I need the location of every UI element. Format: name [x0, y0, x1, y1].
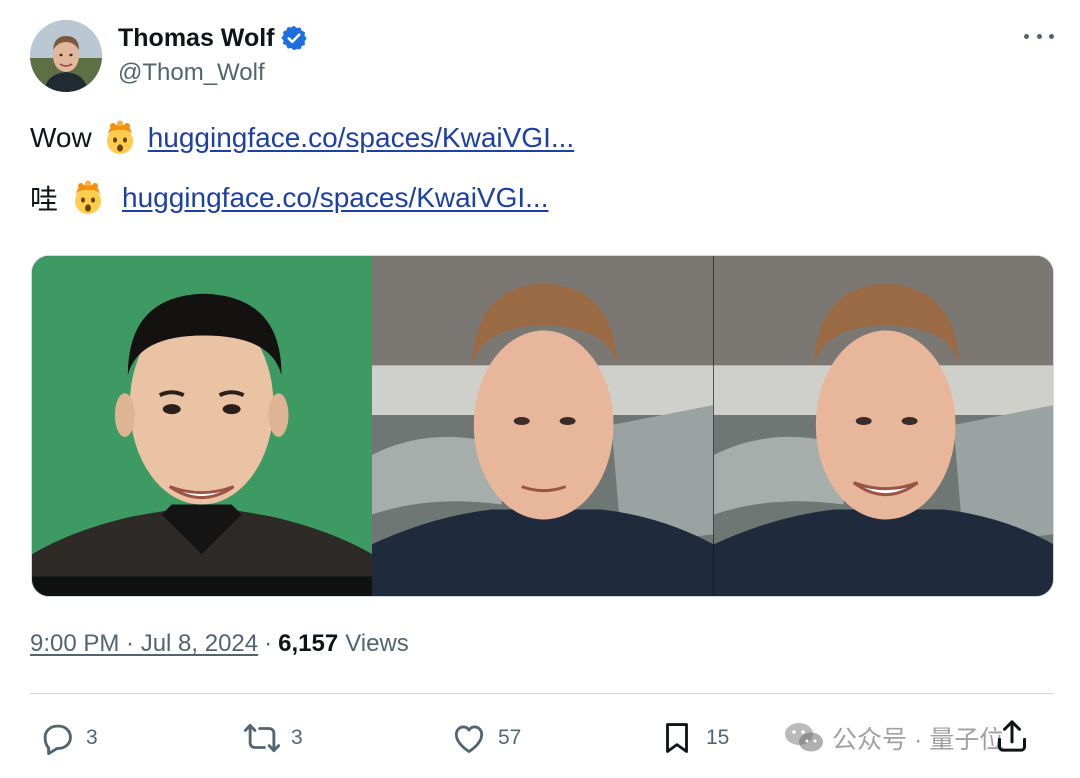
tweet-text-line: 哇 huggingface.co/spaces/KwaiVGI...: [30, 178, 548, 218]
tweet-text-line: Wow huggingface.co/spaces/KwaiVGI...: [30, 120, 574, 156]
wechat-icon: [785, 723, 823, 752]
tweet-meta: 9:00 PM · Jul 8, 2024 · 6,157 Views: [30, 630, 409, 658]
more-dot-icon: [1049, 33, 1054, 39]
media-image-driving-frame[interactable]: [372, 256, 714, 596]
views-label: Views: [345, 630, 409, 657]
bookmark-count: 15: [706, 726, 730, 749]
tweet-text: Wow: [30, 122, 92, 153]
reply-icon: [43, 724, 72, 756]
media-image-result-frame[interactable]: [713, 256, 1053, 596]
watermark: 公众号 · 量子位: [784, 718, 1004, 758]
reply-count: 3: [86, 726, 98, 749]
more-dot-icon: [1024, 33, 1029, 39]
display-name[interactable]: Thomas Wolf: [118, 24, 274, 53]
like-count: 57: [498, 726, 522, 749]
share-button[interactable]: [992, 716, 1032, 756]
tweet-card: Thomas Wolf @Thom_Wolf Wow huggingface.c…: [0, 0, 1080, 778]
like-button[interactable]: 57: [450, 718, 521, 758]
exploding-head-icon: [102, 120, 138, 156]
author-name-row[interactable]: Thomas Wolf: [118, 22, 308, 54]
meta-separator: ·: [264, 630, 273, 657]
bookmark-icon: [666, 723, 688, 753]
avatar[interactable]: [30, 20, 102, 92]
media-image-source-portrait[interactable]: [32, 256, 373, 596]
repost-icon: [243, 723, 281, 753]
repost-button[interactable]: 3: [243, 718, 303, 758]
heart-icon: [454, 725, 484, 753]
reply-button[interactable]: 3: [38, 718, 98, 758]
divider: [30, 693, 1054, 694]
author-handle[interactable]: @Thom_Wolf: [118, 59, 265, 87]
verified-badge-icon: [280, 24, 308, 52]
tweet-link[interactable]: huggingface.co/spaces/KwaiVGI...: [122, 182, 548, 214]
watermark-text: 公众号 · 量子位: [832, 726, 1005, 754]
more-dot-icon: [1036, 33, 1042, 39]
share-icon: [998, 720, 1026, 752]
repost-count: 3: [291, 726, 303, 749]
timestamp-link[interactable]: 9:00 PM · Jul 8, 2024: [30, 630, 258, 658]
tweet-link[interactable]: huggingface.co/spaces/KwaiVGI...: [148, 122, 574, 154]
media-grid[interactable]: [31, 255, 1054, 597]
exploding-head-icon: [70, 180, 106, 216]
more-options-button[interactable]: [1024, 26, 1054, 46]
tweet-text: 哇: [30, 184, 59, 215]
views-count: 6,157: [278, 630, 339, 657]
bookmark-button[interactable]: 15: [658, 718, 729, 758]
